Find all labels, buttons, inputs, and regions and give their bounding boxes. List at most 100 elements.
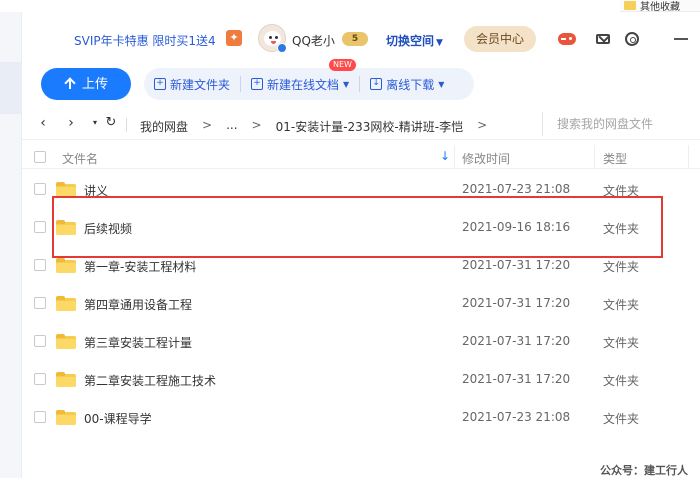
file-name[interactable]: 第二章安装工程施工技术: [84, 372, 216, 389]
chevron-down-icon: ▼: [343, 79, 350, 89]
file-type: 文件夹: [603, 412, 640, 426]
row-checkbox[interactable]: [34, 297, 46, 309]
table-row[interactable]: 第三章安装工程计量 2021-07-31 17:20 文件夹: [22, 322, 700, 360]
column-divider[interactable]: [454, 145, 455, 169]
new-folder-button[interactable]: + 新建文件夹: [144, 68, 240, 100]
file-mtime: 2021-07-31 17:20: [462, 296, 571, 310]
table-row[interactable]: 后续视频 2021-09-16 18:16 文件夹: [22, 208, 700, 246]
breadcrumb-ellipsis[interactable]: ...: [226, 118, 237, 135]
verified-badge-icon: [277, 43, 287, 53]
toolbar-action-group: + 新建文件夹 + 新建在线文档 ▼ NEW ↓ 离线下载 ▼: [144, 59, 474, 100]
back-icon[interactable]: ‹: [34, 115, 52, 131]
svip-promo-link[interactable]: SVIP年卡特惠 限时买1送4: [74, 32, 216, 49]
bookmark-bar: 其他收藏: [620, 0, 700, 12]
file-list: 讲义 2021-07-23 21:08 文件夹 后续视频 2021-09-16 …: [22, 170, 700, 436]
folder-icon: [56, 372, 76, 387]
file-name[interactable]: 00-课程导学: [84, 410, 152, 427]
breadcrumb-separator: >: [477, 118, 488, 132]
file-name[interactable]: 第四章通用设备工程: [84, 296, 192, 313]
table-row[interactable]: 讲义 2021-07-23 21:08 文件夹: [22, 170, 700, 208]
select-all-checkbox[interactable]: [34, 151, 46, 163]
breadcrumb-current[interactable]: 01-安装计量-233网校-精讲班-李恺: [276, 118, 464, 135]
file-mtime: 2021-07-23 21:08: [462, 410, 571, 424]
sort-arrow-icon[interactable]: ↓: [440, 149, 450, 163]
table-row[interactable]: 第一章-安装工程材料 2021-07-31 17:20 文件夹: [22, 246, 700, 284]
sidebar: [0, 12, 22, 478]
navigation-bar: ‹ › ▾ ↻ 我的网盘 > ... > 01-安装计量-233网校-精讲班-李…: [22, 110, 700, 140]
nav-divider: [126, 118, 127, 132]
new-folder-label: 新建文件夹: [170, 77, 231, 92]
row-checkbox[interactable]: [34, 373, 46, 385]
row-checkbox[interactable]: [34, 183, 46, 195]
settings-icon[interactable]: [623, 30, 641, 48]
column-divider[interactable]: [594, 145, 595, 169]
file-type: 文件夹: [603, 336, 640, 350]
file-mtime: 2021-07-31 17:20: [462, 334, 571, 348]
bookmark-folder-icon: [624, 1, 636, 10]
vip-level-badge: 5: [342, 32, 368, 46]
gamepad-icon[interactable]: [558, 30, 576, 48]
gift-icon[interactable]: ✦: [226, 30, 242, 46]
new-online-doc-button[interactable]: + 新建在线文档 ▼ NEW: [241, 59, 359, 100]
upload-label: 上传: [81, 76, 108, 91]
column-header-name[interactable]: 文件名: [62, 150, 98, 167]
table-row[interactable]: 第四章通用设备工程 2021-07-31 17:20 文件夹: [22, 284, 700, 322]
refresh-icon[interactable]: ↻: [102, 115, 120, 130]
new-folder-icon: +: [154, 78, 166, 90]
table-header: 文件名 ↓ 修改时间 类型: [22, 145, 700, 169]
table-row[interactable]: 00-课程导学 2021-07-23 21:08 文件夹: [22, 398, 700, 436]
offline-download-label: 离线下载: [386, 77, 435, 92]
row-checkbox[interactable]: [34, 221, 46, 233]
table-row[interactable]: 第二章安装工程施工技术 2021-07-31 17:20 文件夹: [22, 360, 700, 398]
breadcrumb-root[interactable]: 我的网盘: [140, 118, 188, 135]
folder-icon: [56, 182, 76, 197]
bookmark-other[interactable]: 其他收藏: [640, 0, 680, 11]
file-mtime: 2021-07-31 17:20: [462, 372, 571, 386]
folder-icon: [56, 220, 76, 235]
folder-icon: [56, 334, 76, 349]
switch-space-label: 切换空间: [386, 34, 435, 48]
breadcrumb-separator: >: [202, 118, 213, 132]
download-icon: ↓: [370, 78, 383, 90]
member-center-button[interactable]: 会员中心: [464, 26, 536, 52]
file-name[interactable]: 第三章安装工程计量: [84, 334, 192, 351]
row-checkbox[interactable]: [34, 259, 46, 271]
file-name[interactable]: 第一章-安装工程材料: [84, 258, 196, 275]
row-checkbox[interactable]: [34, 411, 46, 423]
upload-button[interactable]: 上传: [41, 68, 131, 100]
sidebar-active-item[interactable]: [0, 62, 22, 114]
file-type: 文件夹: [603, 184, 640, 198]
header: SVIP年卡特惠 限时买1送4 ✦ QQ老小 5 切换空间 ▼ 会员中心: [22, 12, 700, 68]
file-type: 文件夹: [603, 374, 640, 388]
minimize-icon[interactable]: [672, 30, 690, 48]
row-checkbox[interactable]: [34, 335, 46, 347]
search-input[interactable]: [542, 112, 700, 136]
avatar-eye: [269, 36, 272, 39]
file-type: 文件夹: [603, 260, 640, 274]
column-divider[interactable]: [688, 145, 689, 169]
toolbar: 上传 + 新建文件夹 + 新建在线文档 ▼ NEW ↓ 离线下载 ▼: [22, 59, 700, 104]
folder-icon: [56, 296, 76, 311]
netdisk-window: 其他收藏 SVIP年卡特惠 限时买1送4 ✦ QQ老小 5 切换空间 ▼ 会员中心…: [0, 0, 700, 478]
breadcrumb: 我的网盘 > ... > 01-安装计量-233网校-精讲班-李恺 >: [140, 118, 487, 135]
file-type: 文件夹: [603, 298, 640, 312]
folder-icon: [56, 258, 76, 273]
switch-space-button[interactable]: 切换空间 ▼: [386, 32, 443, 49]
file-name[interactable]: 后续视频: [84, 220, 132, 237]
file-mtime: 2021-09-16 18:16: [462, 220, 571, 234]
new-badge: NEW: [329, 59, 356, 71]
folder-icon: [56, 410, 76, 425]
column-header-type[interactable]: 类型: [603, 150, 627, 167]
column-header-mtime[interactable]: 修改时间: [462, 150, 510, 167]
offline-download-button[interactable]: ↓ 离线下载 ▼: [360, 68, 454, 100]
chevron-down-icon: ▼: [436, 38, 443, 48]
avatar-eye: [275, 36, 278, 39]
file-name[interactable]: 讲义: [84, 182, 108, 199]
file-type: 文件夹: [603, 222, 640, 236]
mail-icon[interactable]: [594, 30, 612, 48]
username[interactable]: QQ老小: [292, 32, 335, 49]
watermark: 公众号：建工行人: [600, 464, 688, 477]
new-online-doc-label: 新建在线文档: [267, 77, 340, 92]
file-mtime: 2021-07-23 21:08: [462, 182, 571, 196]
forward-icon[interactable]: ›: [62, 115, 80, 131]
